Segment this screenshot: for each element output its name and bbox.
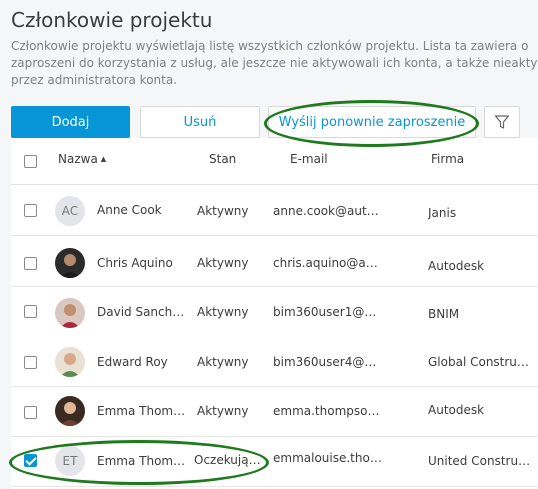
- member-company: Global Constru…: [428, 355, 529, 369]
- remove-button[interactable]: Usuń: [140, 106, 260, 138]
- row-checkbox[interactable]: [24, 406, 37, 419]
- avatar: AC: [55, 196, 85, 226]
- table-row[interactable]: Chris Aquino Aktywny chris.aquino@au… Au…: [11, 237, 538, 287]
- member-company: United Constru…: [428, 454, 531, 468]
- filter-button[interactable]: [484, 106, 520, 138]
- member-name: Chris Aquino: [97, 256, 173, 270]
- avatar: [55, 396, 85, 426]
- avatar: ET: [55, 446, 85, 476]
- filter-icon: [494, 115, 510, 129]
- member-company: Autodesk: [428, 403, 485, 417]
- member-status: Aktywny: [197, 404, 249, 418]
- avatar: [55, 347, 85, 377]
- member-name: David Sanch…: [97, 305, 185, 319]
- member-status: Aktywny: [197, 204, 249, 218]
- row-checkbox[interactable]: [24, 305, 37, 318]
- member-name: Anne Cook: [97, 203, 162, 217]
- avatar: [55, 248, 85, 278]
- table-header: Nazwa ▲ Stan E-mail Firma: [11, 138, 538, 185]
- member-name: Emma Thom…: [97, 454, 186, 468]
- row-checkbox[interactable]: [24, 257, 37, 270]
- column-header-name-label: Nazwa: [58, 152, 98, 166]
- member-company: Janis: [428, 206, 457, 220]
- resend-invitation-button[interactable]: Wyślij ponownie zaproszenie: [268, 106, 476, 138]
- avatar: [55, 298, 85, 328]
- members-table: Nazwa ▲ Stan E-mail Firma AC Anne Cook Ak…: [11, 138, 538, 489]
- select-all-checkbox[interactable]: [24, 155, 37, 168]
- add-button[interactable]: Dodaj: [11, 106, 130, 138]
- table-row[interactable]: David Sanch… Aktywny bim360user1@ya… BNI…: [11, 288, 538, 338]
- column-header-company[interactable]: Firma: [431, 152, 464, 166]
- table-row[interactable]: Edward Roy Aktywny bim360user4@y… Global…: [11, 337, 538, 387]
- column-header-status[interactable]: Stan: [209, 152, 236, 166]
- member-email: emmalouise.tho…: [273, 451, 382, 465]
- member-status: Oczekują…: [194, 453, 261, 467]
- column-header-email[interactable]: E-mail: [290, 152, 328, 166]
- sort-ascending-icon: ▲: [100, 155, 107, 163]
- member-email: bim360user1@ya…: [273, 305, 383, 319]
- member-status: Aktywny: [197, 305, 249, 319]
- member-status: Aktywny: [197, 256, 249, 270]
- member-email: bim360user4@y…: [273, 355, 383, 369]
- member-email: emma.thompson…: [273, 404, 383, 418]
- member-status: Aktywny: [197, 355, 249, 369]
- member-email: chris.aquino@au…: [273, 256, 383, 270]
- member-company: Autodesk: [428, 259, 485, 273]
- avatar-initials: AC: [61, 204, 79, 218]
- description-line: Członkowie projektu wyświetlają listę ws…: [11, 39, 529, 53]
- page-description: Członkowie projektu wyświetlają listę ws…: [11, 38, 538, 89]
- member-name: Edward Roy: [97, 355, 168, 369]
- table-row[interactable]: AC Anne Cook Aktywny anne.cook@auto… Jan…: [11, 186, 538, 236]
- column-header-name[interactable]: Nazwa ▲: [58, 152, 106, 166]
- member-name: Emma Thom…: [97, 404, 186, 418]
- member-email: anne.cook@auto…: [273, 204, 383, 218]
- description-line: zaproszeni do korzystania z usług, ale j…: [11, 56, 538, 70]
- row-checkbox[interactable]: [24, 356, 37, 369]
- page-title: Członkowie projektu: [11, 8, 213, 32]
- description-line: przez administratora konta.: [11, 73, 178, 87]
- row-checkbox[interactable]: [24, 454, 37, 467]
- table-row[interactable]: Emma Thom… Aktywny emma.thompson… Autode…: [11, 387, 538, 437]
- table-row[interactable]: ET Emma Thom… Oczekują… emmalouise.tho… …: [11, 437, 538, 487]
- row-checkbox[interactable]: [24, 204, 37, 217]
- member-company: BNIM: [428, 307, 460, 321]
- avatar-initials: ET: [62, 454, 78, 468]
